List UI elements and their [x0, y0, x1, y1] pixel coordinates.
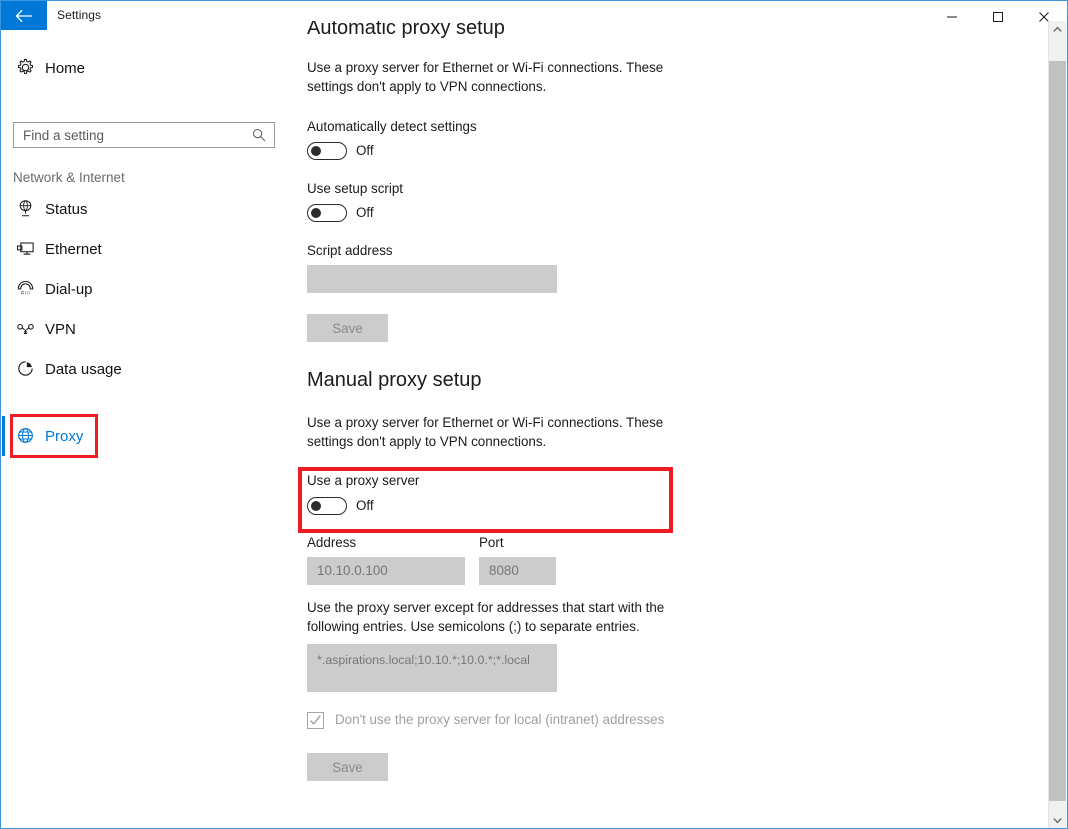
sidebar-item-dialup-label: Dial-up	[45, 280, 93, 298]
vpn-key-icon	[16, 319, 36, 339]
setup-script-state: Off	[356, 205, 374, 220]
settings-window: Settings Home Find a setting Network & I…	[0, 0, 1068, 829]
search-icon	[252, 128, 266, 147]
sidebar-item-status[interactable]: Status	[2, 189, 296, 229]
auto-detect-toggle[interactable]	[307, 142, 347, 160]
sidebar-category-label: Network & Internet	[13, 170, 125, 185]
back-arrow-icon	[15, 9, 32, 23]
chevron-up-icon	[1053, 26, 1062, 32]
checkbox-icon[interactable]	[307, 712, 324, 729]
use-proxy-state: Off	[356, 498, 374, 513]
exceptions-description: Use the proxy server except for addresse…	[307, 600, 665, 634]
address-input[interactable]: 10.10.0.100	[307, 557, 465, 585]
sidebar-item-ethernet[interactable]: Ethernet	[2, 229, 296, 269]
content-scrollbar[interactable]	[1048, 21, 1066, 828]
port-input[interactable]: 8080	[479, 557, 556, 585]
search-input[interactable]: Find a setting	[13, 122, 275, 148]
toggle-knob	[311, 501, 321, 511]
back-button[interactable]	[1, 1, 47, 30]
exceptions-value: *.aspirations.local;10.10.*;10.0.*;*.loc…	[317, 653, 530, 667]
sidebar-item-status-label: Status	[45, 200, 88, 218]
port-value: 8080	[489, 563, 519, 578]
automatic-proxy-heading: Automatic proxy setup	[307, 21, 505, 39]
search-input-placeholder: Find a setting	[23, 128, 105, 143]
script-address-label: Script address	[307, 243, 393, 258]
automatic-proxy-description: Use a proxy server for Ethernet or Wi-Fi…	[307, 60, 664, 94]
use-proxy-label: Use a proxy server	[307, 473, 420, 488]
sidebar-item-home-label: Home	[45, 59, 86, 77]
port-label: Port	[479, 535, 504, 550]
manual-proxy-heading: Manual proxy setup	[307, 369, 482, 391]
sidebar-item-proxy-label: Proxy	[45, 427, 84, 445]
sidebar-item-vpn-label: VPN	[45, 320, 76, 338]
use-proxy-toggle[interactable]	[307, 497, 347, 515]
manual-save-button[interactable]: Save	[307, 753, 388, 781]
auto-detect-label: Automatically detect settings	[307, 119, 477, 134]
manual-proxy-description: Use a proxy server for Ethernet or Wi-Fi…	[307, 415, 664, 449]
sidebar-item-data-usage-label: Data usage	[45, 360, 122, 378]
network-status-icon	[16, 199, 36, 219]
sidebar-item-proxy[interactable]: Proxy	[2, 416, 296, 456]
auto-detect-state: Off	[356, 143, 374, 158]
globe-icon	[16, 426, 36, 446]
script-address-input[interactable]	[307, 265, 557, 293]
bypass-local-label: Don't use the proxy server for local (in…	[335, 712, 665, 727]
sidebar-item-home[interactable]: Home	[2, 48, 296, 88]
toggle-knob	[311, 208, 321, 218]
sidebar-item-dialup[interactable]: Dial-up	[2, 269, 296, 309]
exceptions-input[interactable]: *.aspirations.local;10.10.*;10.0.*;*.loc…	[307, 644, 557, 692]
setup-script-toggle[interactable]	[307, 204, 347, 222]
pie-chart-icon	[16, 359, 36, 379]
automatic-save-button[interactable]: Save	[307, 314, 388, 342]
monitor-icon	[16, 239, 36, 259]
gear-icon	[16, 58, 36, 78]
sidebar-item-vpn[interactable]: VPN	[2, 309, 296, 349]
address-value: 10.10.0.100	[317, 563, 388, 578]
scrollbar-thumb[interactable]	[1049, 61, 1066, 801]
settings-content-scroll-area: Automatic proxy setup Use a proxy server…	[296, 21, 1041, 828]
scroll-down-button[interactable]	[1049, 812, 1066, 828]
toggle-knob	[311, 146, 321, 156]
chevron-down-icon	[1053, 818, 1062, 824]
phone-icon	[16, 279, 36, 299]
setup-script-label: Use setup script	[307, 181, 404, 196]
sidebar-item-data-usage[interactable]: Data usage	[2, 349, 296, 389]
app-title: Settings	[57, 8, 102, 22]
sidebar-item-ethernet-label: Ethernet	[45, 240, 102, 258]
address-label: Address	[307, 535, 357, 550]
scroll-up-button[interactable]	[1049, 21, 1066, 38]
sidebar: Home Find a setting Network & Internet S…	[2, 32, 296, 828]
